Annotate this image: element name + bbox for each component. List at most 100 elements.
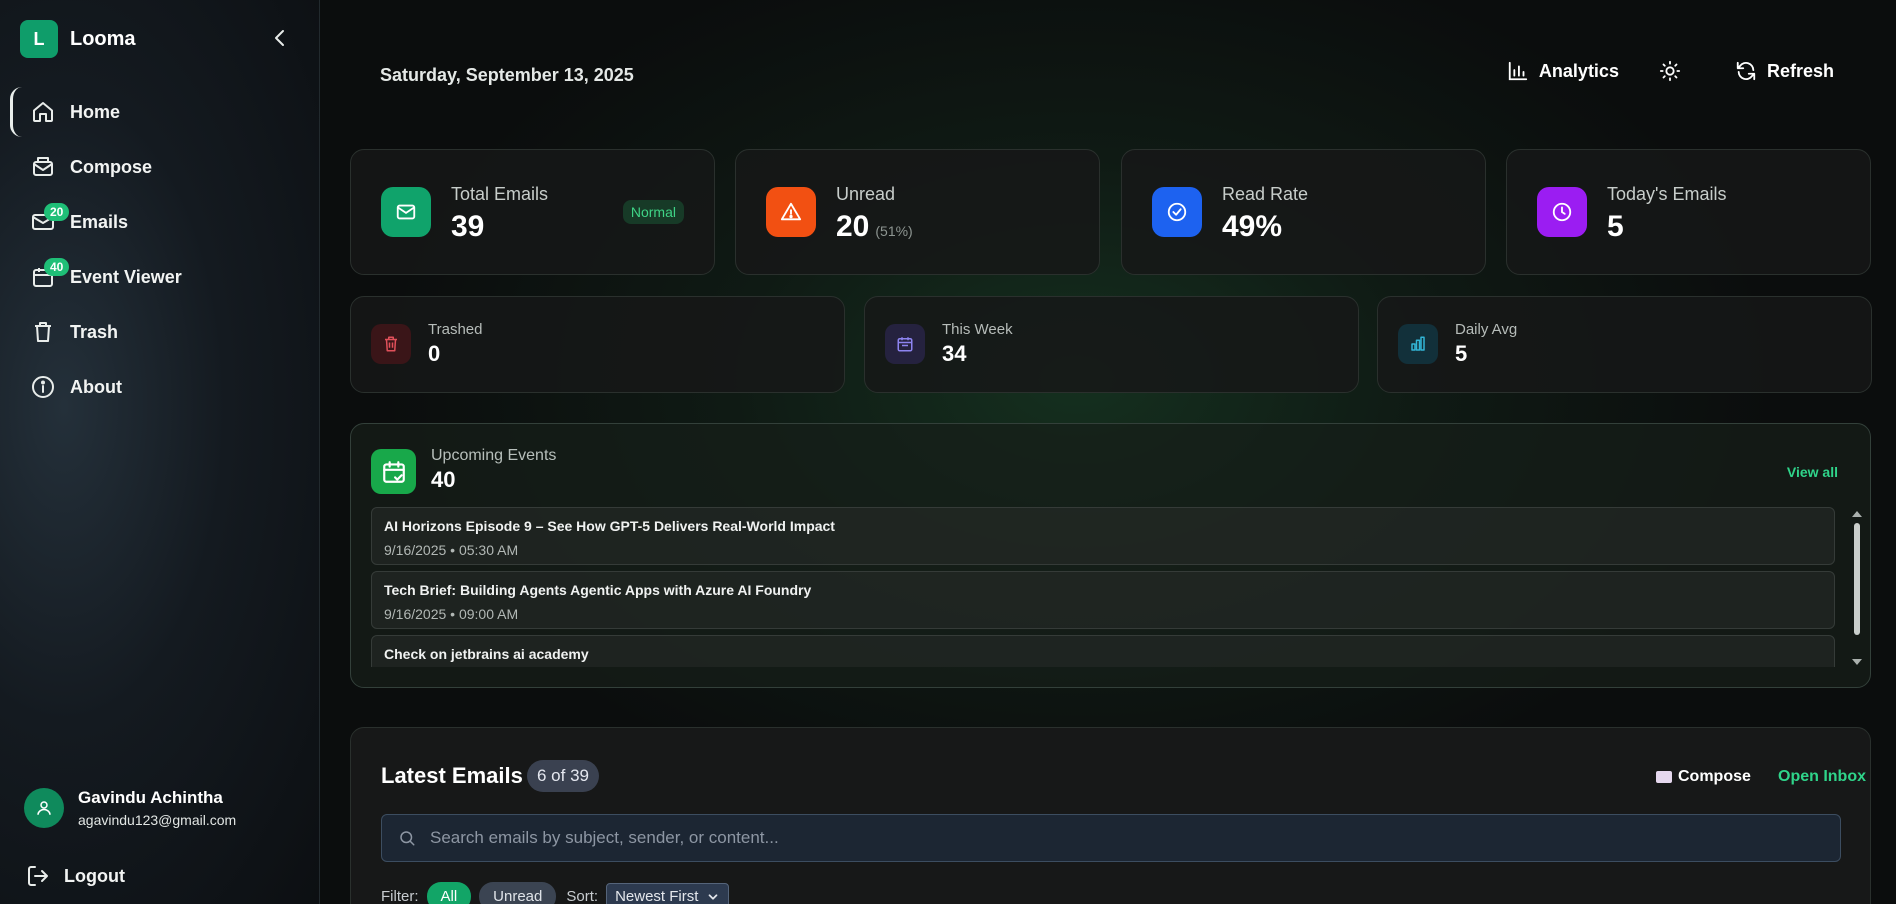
theme-toggle-button[interactable]: [1659, 60, 1681, 82]
sidebar-item-label: About: [70, 376, 122, 397]
bar-chart-icon: [1398, 324, 1438, 364]
compose-label: Compose: [1678, 768, 1751, 785]
filter-all-chip[interactable]: All: [426, 882, 472, 904]
stat-label: Unread: [836, 184, 896, 204]
stat-card-read-rate: Read Rate 49%: [1121, 149, 1486, 275]
email-search-box: [381, 814, 1841, 862]
event-item[interactable]: AI Horizons Episode 9 – See How GPT-5 De…: [371, 507, 1835, 565]
clock-icon: [1537, 187, 1587, 237]
trash-icon: [371, 324, 411, 364]
refresh-icon: [1736, 61, 1756, 81]
user-profile[interactable]: Gavindu Achintha agavindu123@gmail.com: [24, 788, 236, 828]
brand-logo: L: [20, 20, 58, 58]
sort-label: Sort:: [566, 888, 599, 904]
open-inbox-link[interactable]: Open Inbox: [1778, 768, 1866, 786]
envelope-icon: [1656, 771, 1672, 783]
filter-label: Filter:: [381, 888, 419, 904]
refresh-button[interactable]: Refresh: [1735, 60, 1834, 82]
view-all-events-link[interactable]: View all: [1787, 464, 1838, 480]
compose-icon: [30, 154, 56, 180]
stat-value-wrapper: 20 (51%): [836, 210, 913, 244]
sort-value: Newest First: [615, 888, 699, 904]
sidebar-item-label: Emails: [70, 211, 129, 232]
stat-card-todays-emails: Today's Emails 5: [1506, 149, 1871, 275]
stat-label: Total Emails: [451, 184, 549, 204]
event-list: AI Horizons Episode 9 – See How GPT-5 De…: [371, 507, 1835, 667]
stat-value: 5: [1607, 210, 1624, 243]
sidebar: L Looma Home Compose 20 Emails 40 Event …: [0, 0, 320, 904]
mini-card-trashed: Trashed 0: [350, 296, 845, 393]
sidebar-nav: Home Compose 20 Emails 40 Event Viewer T…: [10, 87, 310, 417]
event-time: 9/16/2025 • 09:00 AM: [384, 606, 519, 622]
sort-select[interactable]: Newest First: [606, 883, 730, 904]
event-list-scrollbar[interactable]: [1851, 509, 1863, 667]
event-title: Tech Brief: Building Agents Agentic Apps…: [384, 582, 812, 598]
stat-label: Today's Emails: [1607, 184, 1727, 204]
scroll-down-arrow[interactable]: [1852, 659, 1862, 665]
sidebar-item-home[interactable]: Home: [10, 87, 310, 137]
stat-value: 49%: [1222, 210, 1283, 243]
mini-stat-value: 0: [428, 341, 441, 366]
mini-stat-value: 5: [1455, 341, 1468, 366]
logout-label: Logout: [64, 865, 125, 886]
event-item[interactable]: Tech Brief: Building Agents Agentic Apps…: [371, 571, 1835, 629]
event-time: 9/16/2025 • 05:30 AM: [384, 542, 519, 558]
scroll-up-arrow[interactable]: [1852, 511, 1862, 517]
stat-label: Read Rate: [1222, 184, 1309, 204]
collapse-sidebar-button[interactable]: [268, 26, 292, 50]
trash-icon: [30, 319, 56, 345]
mini-stat-label: This Week: [942, 321, 1013, 338]
compose-button[interactable]: Compose: [1656, 768, 1751, 786]
filter-unread-chip[interactable]: Unread: [479, 882, 557, 904]
events-count-badge: 40: [44, 258, 70, 276]
main-content: Saturday, September 13, 2025 Analytics R…: [321, 0, 1896, 904]
stat-value: 39: [451, 210, 485, 243]
analytics-label: Analytics: [1538, 60, 1619, 81]
analytics-button[interactable]: Analytics: [1507, 60, 1619, 82]
sidebar-item-emails[interactable]: 20 Emails: [10, 197, 310, 247]
event-item[interactable]: Check on jetbrains ai academy: [371, 635, 1835, 667]
mini-stat-label: Trashed: [428, 321, 483, 338]
scroll-thumb[interactable]: [1854, 523, 1860, 635]
sidebar-item-compose[interactable]: Compose: [10, 142, 310, 192]
home-icon: [30, 99, 56, 125]
sidebar-item-event-viewer[interactable]: 40 Event Viewer: [10, 252, 310, 302]
header-actions: Analytics Refresh: [1507, 60, 1834, 82]
email-count-badge: 6 of 39: [527, 760, 599, 792]
brand-name: Looma: [70, 27, 136, 50]
logout-icon: [28, 866, 48, 886]
check-circle-icon: [1152, 187, 1202, 237]
sidebar-item-label: Home: [70, 101, 121, 122]
chevron-down-icon: [709, 893, 718, 900]
events-label: Upcoming Events: [431, 447, 557, 464]
sidebar-item-about[interactable]: About: [10, 362, 310, 412]
filter-bar: Filter: All Unread Sort: Newest First: [381, 882, 730, 904]
refresh-label: Refresh: [1766, 60, 1834, 81]
stat-percentage: (51%): [875, 223, 913, 239]
search-input[interactable]: [430, 828, 1840, 848]
mini-card-daily-avg: Daily Avg 5: [1377, 296, 1872, 393]
sun-icon: [1659, 60, 1681, 82]
chevron-left-icon: [275, 30, 284, 46]
events-count: 40: [431, 467, 456, 492]
emails-count-badge: 20: [44, 203, 70, 221]
logout-button[interactable]: Logout: [26, 864, 125, 888]
user-email: agavindu123@gmail.com: [78, 812, 237, 828]
calendar-icon: [885, 324, 925, 364]
mini-stat-value: 34: [942, 341, 967, 366]
user-icon: [37, 801, 51, 815]
mail-icon: [381, 187, 431, 237]
search-icon: [400, 831, 415, 846]
bar-chart-icon: [1508, 61, 1528, 81]
warning-icon: [766, 187, 816, 237]
status-badge: Normal: [622, 200, 684, 224]
sidebar-item-label: Compose: [70, 156, 153, 177]
upcoming-events-panel: Upcoming Events 40 View all AI Horizons …: [350, 423, 1871, 688]
latest-emails-title: Latest Emails: [381, 763, 523, 788]
info-icon: [30, 374, 56, 400]
sidebar-item-trash[interactable]: Trash: [10, 307, 310, 357]
event-title: Check on jetbrains ai academy: [384, 646, 589, 662]
mini-card-this-week: This Week 34: [864, 296, 1359, 393]
brand[interactable]: L Looma: [20, 20, 136, 58]
mini-stat-label: Daily Avg: [1455, 321, 1518, 338]
